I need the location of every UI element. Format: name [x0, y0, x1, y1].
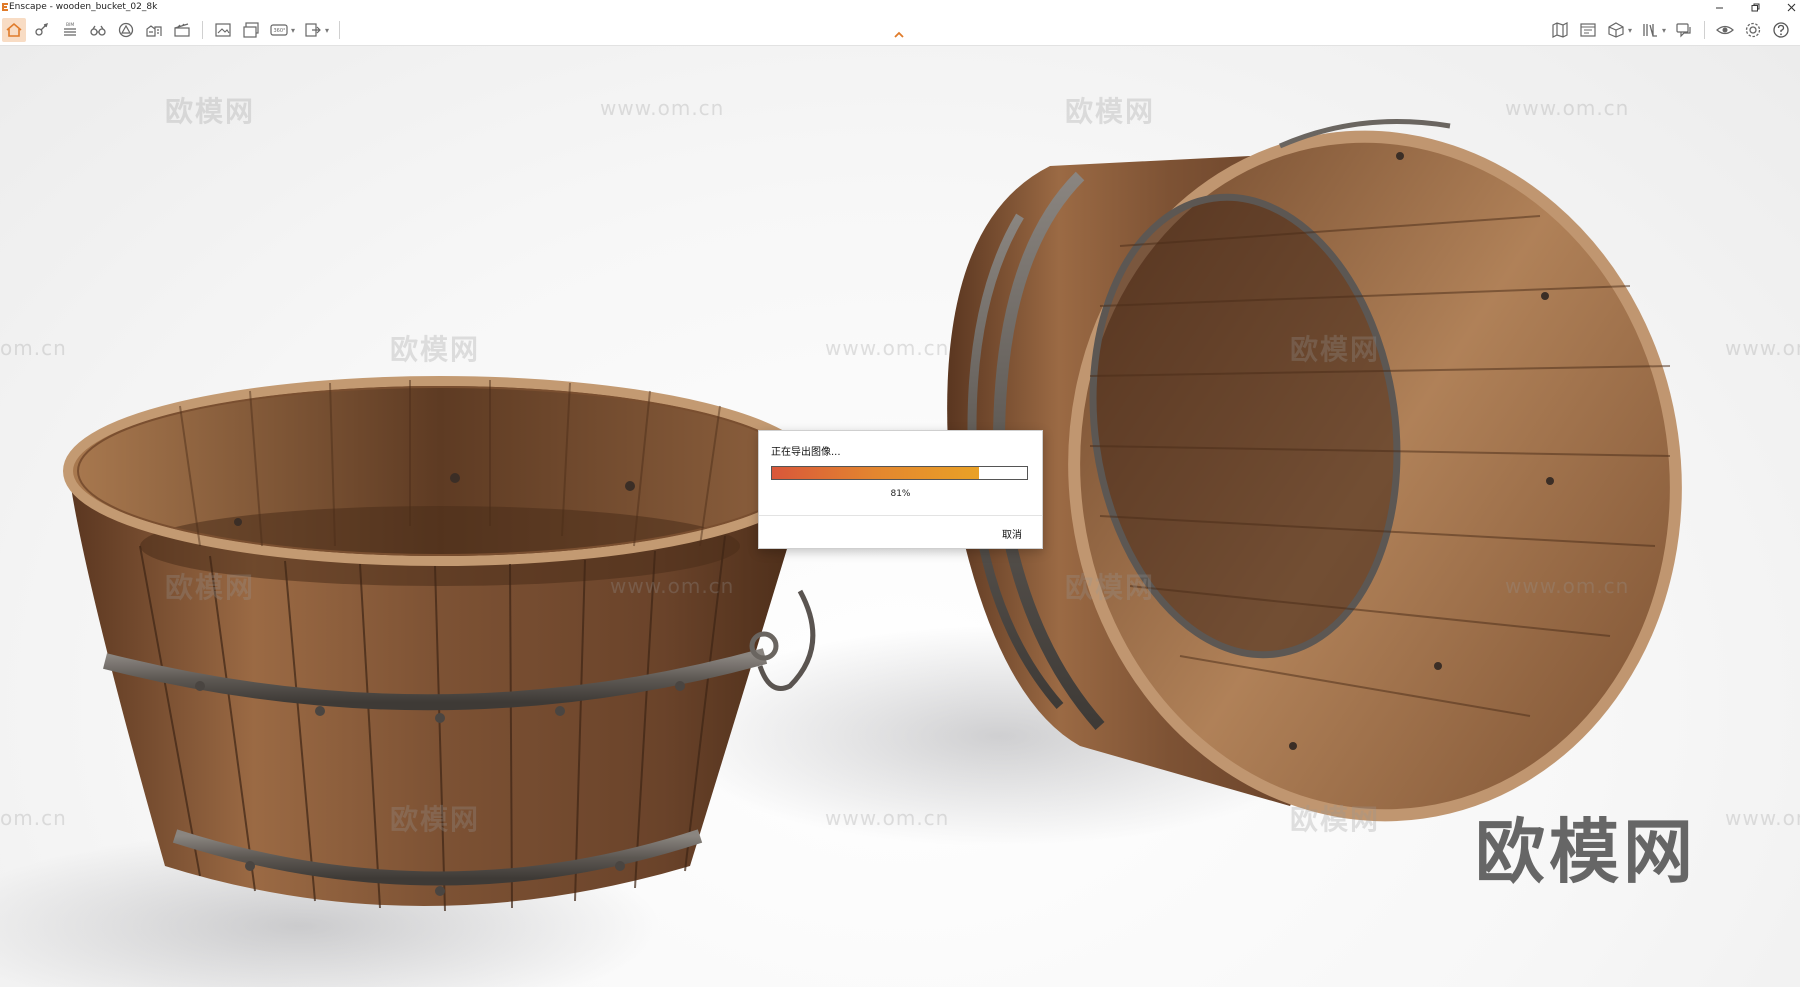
watermark-url: www.om.cn: [825, 806, 950, 830]
toolbar-right-group: ▾ ▾: [1548, 18, 1797, 42]
cube-dropdown-caret[interactable]: ▾: [1628, 26, 1632, 35]
settings-button[interactable]: [1741, 18, 1765, 42]
watermark-url: www.om.cn: [825, 336, 950, 360]
toolbar-separator: [1704, 21, 1706, 39]
home-icon: [6, 22, 22, 37]
watermark-url: www.om.cn: [600, 96, 725, 120]
batch-render-icon: [243, 22, 259, 38]
restore-icon[interactable]: [1750, 2, 1760, 13]
views-button[interactable]: [30, 18, 54, 42]
toolbar-left-group: BIM 360° ▾ ▾: [2, 18, 348, 42]
map-icon: [1552, 22, 1568, 38]
map-button[interactable]: [1548, 18, 1572, 42]
collapse-toolbar-arrow-icon[interactable]: [892, 29, 906, 41]
dialog-divider: [759, 515, 1042, 516]
panorama-icon: 360°: [270, 24, 288, 36]
watermark-logo: 欧模网: [1065, 95, 1156, 128]
render-window-icon: [1580, 23, 1596, 37]
screenshot-button[interactable]: [211, 18, 235, 42]
watermark-url: www.om.cn: [1725, 806, 1800, 830]
bim-list-icon: BIM: [64, 22, 76, 36]
views-icon: [35, 22, 49, 36]
settings-icon: [1745, 22, 1761, 38]
window-controls: [1714, 0, 1796, 15]
svg-text:BIM: BIM: [66, 22, 74, 28]
atmosphere-button[interactable]: [114, 18, 138, 42]
binoculars-icon: [90, 25, 106, 36]
chat-icon: [1676, 23, 1691, 38]
atmosphere-icon: [118, 22, 134, 38]
watermark-logo: 欧模网: [390, 333, 481, 366]
toolbar-separator: [339, 21, 341, 39]
watermark-url: www.om.cn: [1725, 336, 1800, 360]
watermark-url: www.om.cn: [1505, 574, 1630, 598]
watermark-logo: 欧模网: [1290, 333, 1381, 366]
export-button[interactable]: [301, 18, 325, 42]
watermark-url: www.om.cn: [610, 574, 735, 598]
watermark-url: www.om.cn: [1505, 96, 1630, 120]
svg-text:360°: 360°: [274, 28, 287, 34]
enscape-logo-icon: [2, 3, 8, 11]
cube-icon: [1608, 22, 1624, 38]
render-window-button[interactable]: [1576, 18, 1600, 42]
cube-button[interactable]: [1604, 18, 1628, 42]
minimize-icon[interactable]: [1714, 2, 1724, 13]
watermark-logo: 欧模网: [165, 95, 256, 128]
batch-render-button[interactable]: [239, 18, 263, 42]
export-icon: [305, 23, 321, 37]
library-button[interactable]: [1638, 18, 1662, 42]
visual-settings-button[interactable]: [1713, 18, 1737, 42]
progress-bar: [771, 466, 1028, 480]
watermark-logo: 欧模网: [165, 571, 256, 604]
panorama-dropdown-caret[interactable]: ▾: [291, 26, 295, 35]
brand-watermark: 欧模网: [1475, 811, 1697, 893]
binoculars-button[interactable]: [86, 18, 110, 42]
title-bar: Enscape - wooden_bucket_02_8k: [0, 0, 1800, 16]
clapper-icon: [174, 23, 190, 37]
eye-icon: [1716, 25, 1734, 35]
export-progress-dialog: 正在导出图像... 81% 取消: [758, 430, 1043, 549]
progress-bar-fill: [772, 467, 979, 479]
bim-button[interactable]: BIM: [58, 18, 82, 42]
watermark-url: om.cn: [0, 806, 67, 830]
chat-button[interactable]: [1672, 18, 1696, 42]
library-dropdown-caret[interactable]: ▾: [1662, 26, 1666, 35]
progress-percent-label: 81%: [890, 489, 911, 499]
export-dropdown-caret[interactable]: ▾: [325, 26, 329, 35]
video-editor-button[interactable]: [170, 18, 194, 42]
watermark-logo: 欧模网: [1065, 571, 1156, 604]
asset-library-button[interactable]: [142, 18, 166, 42]
help-icon: [1773, 22, 1789, 38]
watermark-logo: 欧模网: [1290, 803, 1381, 836]
toolbar-separator: [202, 21, 203, 39]
library-icon: [1643, 24, 1658, 37]
panorama-button[interactable]: 360°: [267, 18, 291, 42]
asset-library-icon: [146, 25, 162, 37]
cancel-button[interactable]: 取消: [1002, 526, 1022, 541]
help-button[interactable]: [1769, 18, 1793, 42]
close-icon[interactable]: [1786, 2, 1796, 13]
watermark-logo: 欧模网: [390, 803, 481, 836]
home-button[interactable]: [2, 18, 26, 42]
watermark-url: om.cn: [0, 336, 67, 360]
screenshot-icon: [215, 23, 231, 37]
dialog-title: 正在导出图像...: [771, 447, 841, 458]
window-title: Enscape - wooden_bucket_02_8k: [9, 2, 158, 12]
